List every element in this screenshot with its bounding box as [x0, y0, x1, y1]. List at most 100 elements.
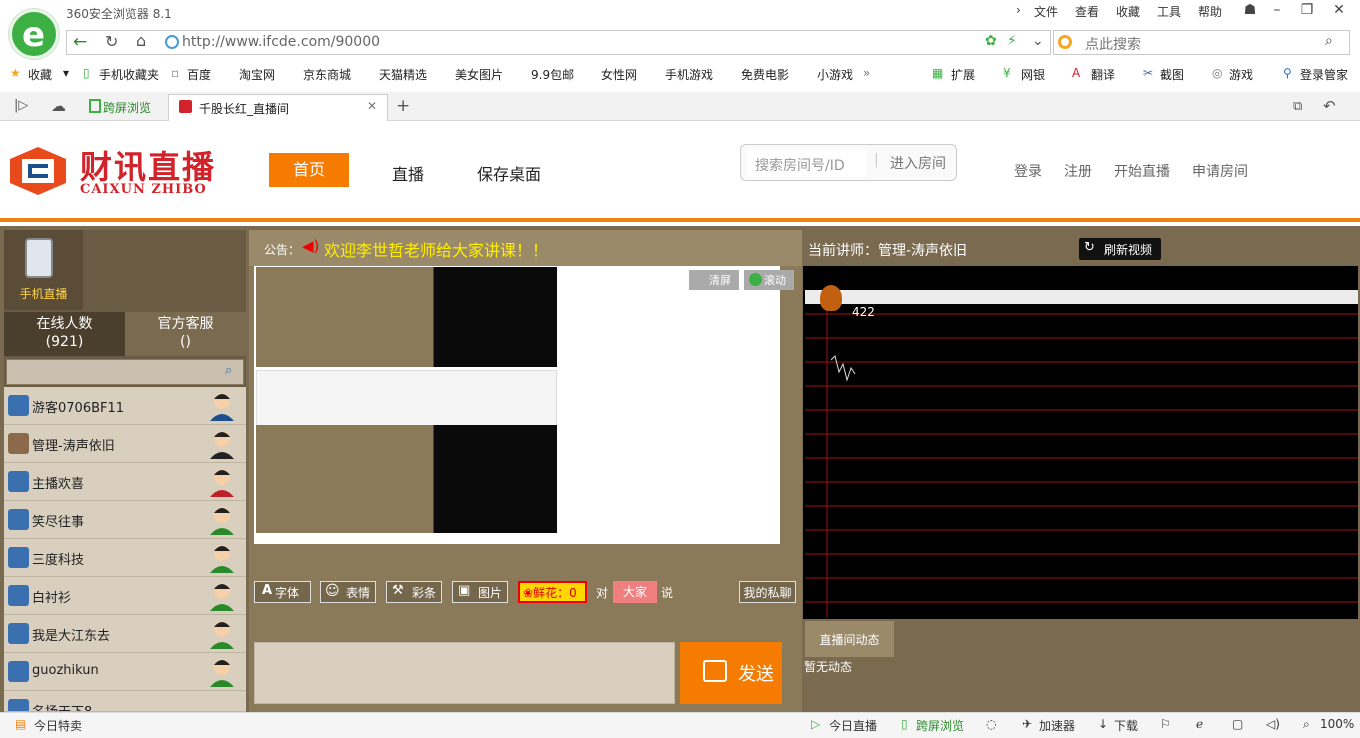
user-row[interactable]: 游客0706BF11 [4, 387, 246, 425]
search-icon[interactable]: ⌕ [1325, 33, 1333, 49]
bookmark-mobile[interactable]: 手机收藏夹 [99, 66, 159, 83]
user-row[interactable]: 我是大江东去 [4, 615, 246, 653]
refresh-icon[interactable]: ↻ [105, 32, 118, 51]
tool-extensions[interactable]: 扩展 [951, 66, 975, 83]
user-icon [8, 471, 29, 492]
user-row[interactable]: 名扬天下8 [4, 691, 246, 712]
skin-icon[interactable]: ☗ [1235, 0, 1265, 22]
star-icon: ★ [10, 66, 21, 80]
tab-list-icon[interactable]: ⧉ [1293, 99, 1302, 114]
status-download[interactable]: 下载 [1114, 717, 1138, 734]
bookmark-jd[interactable]: 京东商城 [303, 66, 351, 83]
send-button[interactable]: 发送 [680, 642, 782, 704]
bookmark-minigames[interactable]: 小游戏 [817, 66, 853, 83]
menu-arrow-icon[interactable]: › [1016, 3, 1021, 17]
home-icon[interactable]: ⌂ [136, 31, 146, 50]
user-row[interactable]: 主播欢喜 [4, 463, 246, 501]
user-row[interactable]: guozhikun [4, 653, 246, 691]
new-tab-button[interactable]: + [396, 96, 410, 116]
to-label: 对 [596, 586, 609, 600]
apply-room-link[interactable]: 申请房间 [1192, 161, 1248, 181]
network-icon[interactable]: ◌ [986, 717, 996, 731]
user-icon [8, 699, 29, 711]
stock-chart-video [805, 290, 1358, 618]
gift-icon: ▤ [15, 717, 27, 731]
user-search-input[interactable] [6, 359, 244, 385]
chat-screenshot-image[interactable] [256, 425, 557, 533]
flag-icon[interactable]: ⚐ [1160, 717, 1171, 731]
nav-home[interactable]: 首页 [269, 153, 349, 187]
chat-screenshot-image[interactable] [256, 370, 557, 432]
url-text[interactable]: http://www.ifcde.com/90000 [182, 34, 380, 50]
flowers-button[interactable]: ❀鲜花：0 [518, 581, 587, 603]
user-row[interactable]: 笑尽往事 [4, 501, 246, 539]
tool-bank[interactable]: 网银 [1021, 66, 1045, 83]
more-bookmarks-icon[interactable]: » [863, 66, 870, 80]
site-icon [165, 35, 179, 49]
menu-tools[interactable]: 工具 [1157, 3, 1181, 20]
room-search-input[interactable]: 搜索房间号/ID [747, 150, 867, 177]
volume-icon[interactable]: ◁) [1266, 717, 1280, 731]
bookmark-baidu[interactable]: 百度 [187, 66, 211, 83]
status-accelerator[interactable]: 加速器 [1039, 717, 1075, 734]
nav-live[interactable]: 直播 [392, 161, 424, 185]
menu-view[interactable]: 查看 [1075, 3, 1099, 20]
maximize-button[interactable]: ❐ [1292, 0, 1322, 22]
undo-close-icon[interactable]: ↶ [1323, 97, 1336, 115]
user-row[interactable]: 三度科技 [4, 539, 246, 577]
tab-online-users[interactable]: 在线人数 (921) [4, 312, 125, 356]
tool-login-manager[interactable]: 登录管家 [1300, 66, 1348, 83]
bookmark-movies[interactable]: 免费电影 [741, 66, 789, 83]
user-row[interactable]: 白衬衫 [4, 577, 246, 615]
tab-official-service[interactable]: 官方客服 () [125, 312, 246, 356]
target-everyone-button[interactable]: 大家 [613, 581, 657, 603]
avatar [210, 659, 234, 687]
chat-screenshot-image[interactable] [256, 267, 557, 367]
status-cross-screen[interactable]: 跨屏浏览 [916, 717, 964, 734]
register-link[interactable]: 注册 [1064, 161, 1092, 181]
ie-icon[interactable]: ℯ [1196, 717, 1203, 731]
bookmark-tmall[interactable]: 天猫精选 [379, 66, 427, 83]
minimize-button[interactable]: – [1262, 0, 1292, 22]
back-icon[interactable]: ← [73, 32, 87, 52]
bookmark-pics[interactable]: 美女图片 [455, 66, 503, 83]
enter-room-button[interactable]: 进入房间 [890, 153, 946, 173]
site-logo-icon[interactable] [8, 145, 68, 197]
zoom-level[interactable]: 100% [1320, 717, 1354, 731]
window-icon[interactable]: ▢ [1232, 717, 1243, 731]
bookmark-favorites[interactable]: 收藏 [28, 66, 52, 83]
nav-save-desktop[interactable]: 保存桌面 [477, 161, 541, 185]
status-today-live[interactable]: 今日直播 [829, 717, 877, 734]
menu-help[interactable]: 帮助 [1198, 3, 1222, 20]
bookmark-deals[interactable]: 9.9包邮 [531, 66, 574, 83]
bookmark-taobao[interactable]: 淘宝网 [239, 66, 275, 83]
tool-translate[interactable]: 翻译 [1091, 66, 1115, 83]
tab-live-dynamics[interactable]: 直播间动态 [805, 621, 894, 657]
start-live-link[interactable]: 开始直播 [1114, 161, 1170, 181]
today-deals[interactable]: 今日特卖 [34, 717, 82, 734]
search-icon[interactable]: ⌕ [225, 363, 232, 378]
menu-favorites[interactable]: 收藏 [1116, 3, 1140, 20]
user-row[interactable]: 管理-涛声依旧 [4, 425, 246, 463]
close-tab-icon[interactable]: ✕ [367, 99, 377, 113]
speed-icon[interactable]: ⚡ [1007, 33, 1017, 49]
private-chat-button[interactable]: 我的私聊 [739, 581, 796, 603]
chevron-down-icon[interactable]: ▾ [63, 66, 69, 80]
sidebar-toggle-icon[interactable]: |▷ [14, 98, 28, 113]
cloud-icon[interactable]: ☁ [51, 97, 66, 115]
security-icon[interactable]: ✿ [985, 33, 997, 49]
tool-games[interactable]: 游戏 [1229, 66, 1253, 83]
search-input[interactable]: 点此搜索 [1085, 34, 1141, 54]
close-window-button[interactable]: ✕ [1324, 0, 1354, 22]
user-icon [8, 433, 29, 454]
bookmark-mobile-games[interactable]: 手机游戏 [665, 66, 713, 83]
search-engine-icon[interactable] [1058, 35, 1072, 49]
chevron-down-icon[interactable]: ⌄ [1032, 33, 1044, 49]
tool-screenshot[interactable]: 截图 [1160, 66, 1184, 83]
bookmark-women[interactable]: 女性网 [601, 66, 637, 83]
login-link[interactable]: 登录 [1014, 161, 1042, 181]
menu-file[interactable]: 文件 [1034, 3, 1058, 20]
clear-screen-button[interactable]: 清屏 [689, 270, 739, 290]
message-input[interactable] [254, 642, 675, 704]
tab-live-room[interactable]: 千股长红_直播间 [168, 94, 388, 121]
